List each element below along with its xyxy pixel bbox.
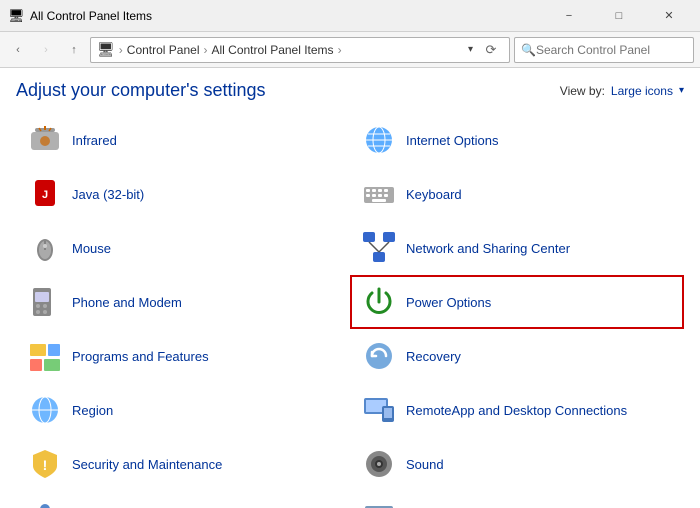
region-icon [26, 391, 64, 429]
view-by-label: View by: [560, 84, 605, 98]
up-button[interactable]: ↑ [62, 38, 86, 62]
keyboard-icon [360, 175, 398, 213]
svg-text:J: J [42, 189, 48, 201]
search-icon: 🔍 [521, 43, 536, 57]
cp-item-sound[interactable]: Sound [350, 437, 684, 491]
cp-item-phone-modem[interactable]: Phone and Modem [16, 275, 350, 329]
header-row: Adjust your computer's settings View by:… [16, 80, 684, 101]
back-button[interactable]: ‹ [6, 38, 30, 62]
cp-item-storage-spaces[interactable]: Storage Spaces [350, 491, 684, 508]
cp-item-security-maintenance[interactable]: ! Security and Maintenance [16, 437, 350, 491]
programs-features-icon [26, 337, 64, 375]
path-separator-3: › [338, 43, 342, 57]
view-by-value[interactable]: Large icons [611, 84, 673, 98]
title-bar-icon: 🖥 [8, 8, 24, 24]
path-all-items: All Control Panel Items [212, 43, 334, 57]
internet-options-label: Internet Options [406, 133, 499, 148]
view-by: View by: Large icons ▾ [560, 84, 684, 98]
power-options-label: Power Options [406, 295, 491, 310]
page-title: Adjust your computer's settings [16, 80, 266, 101]
minimize-button[interactable]: − [546, 0, 592, 32]
cp-item-remoteapp[interactable]: RemoteApp and Desktop Connections [350, 383, 684, 437]
close-button[interactable]: ✕ [646, 0, 692, 32]
mouse-icon [26, 229, 64, 267]
sound-label: Sound [406, 457, 444, 472]
maximize-button[interactable]: □ [596, 0, 642, 32]
path-dropdown[interactable]: ▾ [468, 44, 473, 55]
title-bar: 🖥 All Control Panel Items − □ ✕ [0, 0, 700, 32]
cp-item-java[interactable]: J Java (32-bit) [16, 167, 350, 221]
java-label: Java (32-bit) [72, 187, 144, 202]
search-box[interactable]: 🔍 [514, 37, 694, 63]
cp-item-speech-recognition[interactable]: Speech Recognition [16, 491, 350, 508]
infrared-label: Infrared [72, 133, 117, 148]
cp-item-power-options[interactable]: Power Options [350, 275, 684, 329]
items-grid: Infrared Internet Options J Java (32-bit) Ke… [16, 113, 684, 508]
address-bar: ‹ › ↑ 🖥 › Control Panel › All Control Pa… [0, 32, 700, 68]
network-sharing-icon [360, 229, 398, 267]
search-input[interactable] [536, 43, 676, 57]
path-control-panel: Control Panel [127, 43, 200, 57]
security-maintenance-label: Security and Maintenance [72, 457, 222, 472]
cp-item-keyboard[interactable]: Keyboard [350, 167, 684, 221]
internet-options-icon [360, 121, 398, 159]
cp-item-mouse[interactable]: Mouse [16, 221, 350, 275]
region-label: Region [72, 403, 113, 418]
view-by-arrow: ▾ [679, 85, 684, 96]
cp-item-infrared[interactable]: Infrared [16, 113, 350, 167]
cp-item-programs-features[interactable]: Programs and Features [16, 329, 350, 383]
cp-item-network-sharing[interactable]: Network and Sharing Center [350, 221, 684, 275]
phone-modem-label: Phone and Modem [72, 295, 182, 310]
storage-spaces-icon [360, 499, 398, 508]
main-content: Adjust your computer's settings View by:… [0, 68, 700, 508]
remoteapp-icon [360, 391, 398, 429]
refresh-button[interactable]: ⟳ [479, 38, 503, 62]
cp-item-region[interactable]: Region [16, 383, 350, 437]
mouse-label: Mouse [72, 241, 111, 256]
cp-item-recovery[interactable]: Recovery [350, 329, 684, 383]
programs-features-label: Programs and Features [72, 349, 209, 364]
infrared-icon [26, 121, 64, 159]
phone-modem-icon [26, 283, 64, 321]
recovery-icon [360, 337, 398, 375]
title-bar-controls: − □ ✕ [546, 0, 692, 32]
path-icon: 🖥 [97, 41, 115, 58]
title-bar-title: All Control Panel Items [30, 9, 546, 23]
power-options-icon [360, 283, 398, 321]
path-separator-2: › [204, 43, 208, 57]
svg-text:!: ! [43, 457, 48, 473]
speech-recognition-icon [26, 499, 64, 508]
recovery-label: Recovery [406, 349, 461, 364]
path-separator-1: › [119, 43, 123, 57]
address-path[interactable]: 🖥 › Control Panel › All Control Panel It… [90, 37, 510, 63]
keyboard-label: Keyboard [406, 187, 462, 202]
sound-icon [360, 445, 398, 483]
cp-item-internet-options[interactable]: Internet Options [350, 113, 684, 167]
dropdown-arrow: ▾ [468, 44, 473, 55]
network-sharing-label: Network and Sharing Center [406, 241, 570, 256]
remoteapp-label: RemoteApp and Desktop Connections [406, 403, 627, 418]
java-icon: J [26, 175, 64, 213]
security-maintenance-icon: ! [26, 445, 64, 483]
forward-button[interactable]: › [34, 38, 58, 62]
